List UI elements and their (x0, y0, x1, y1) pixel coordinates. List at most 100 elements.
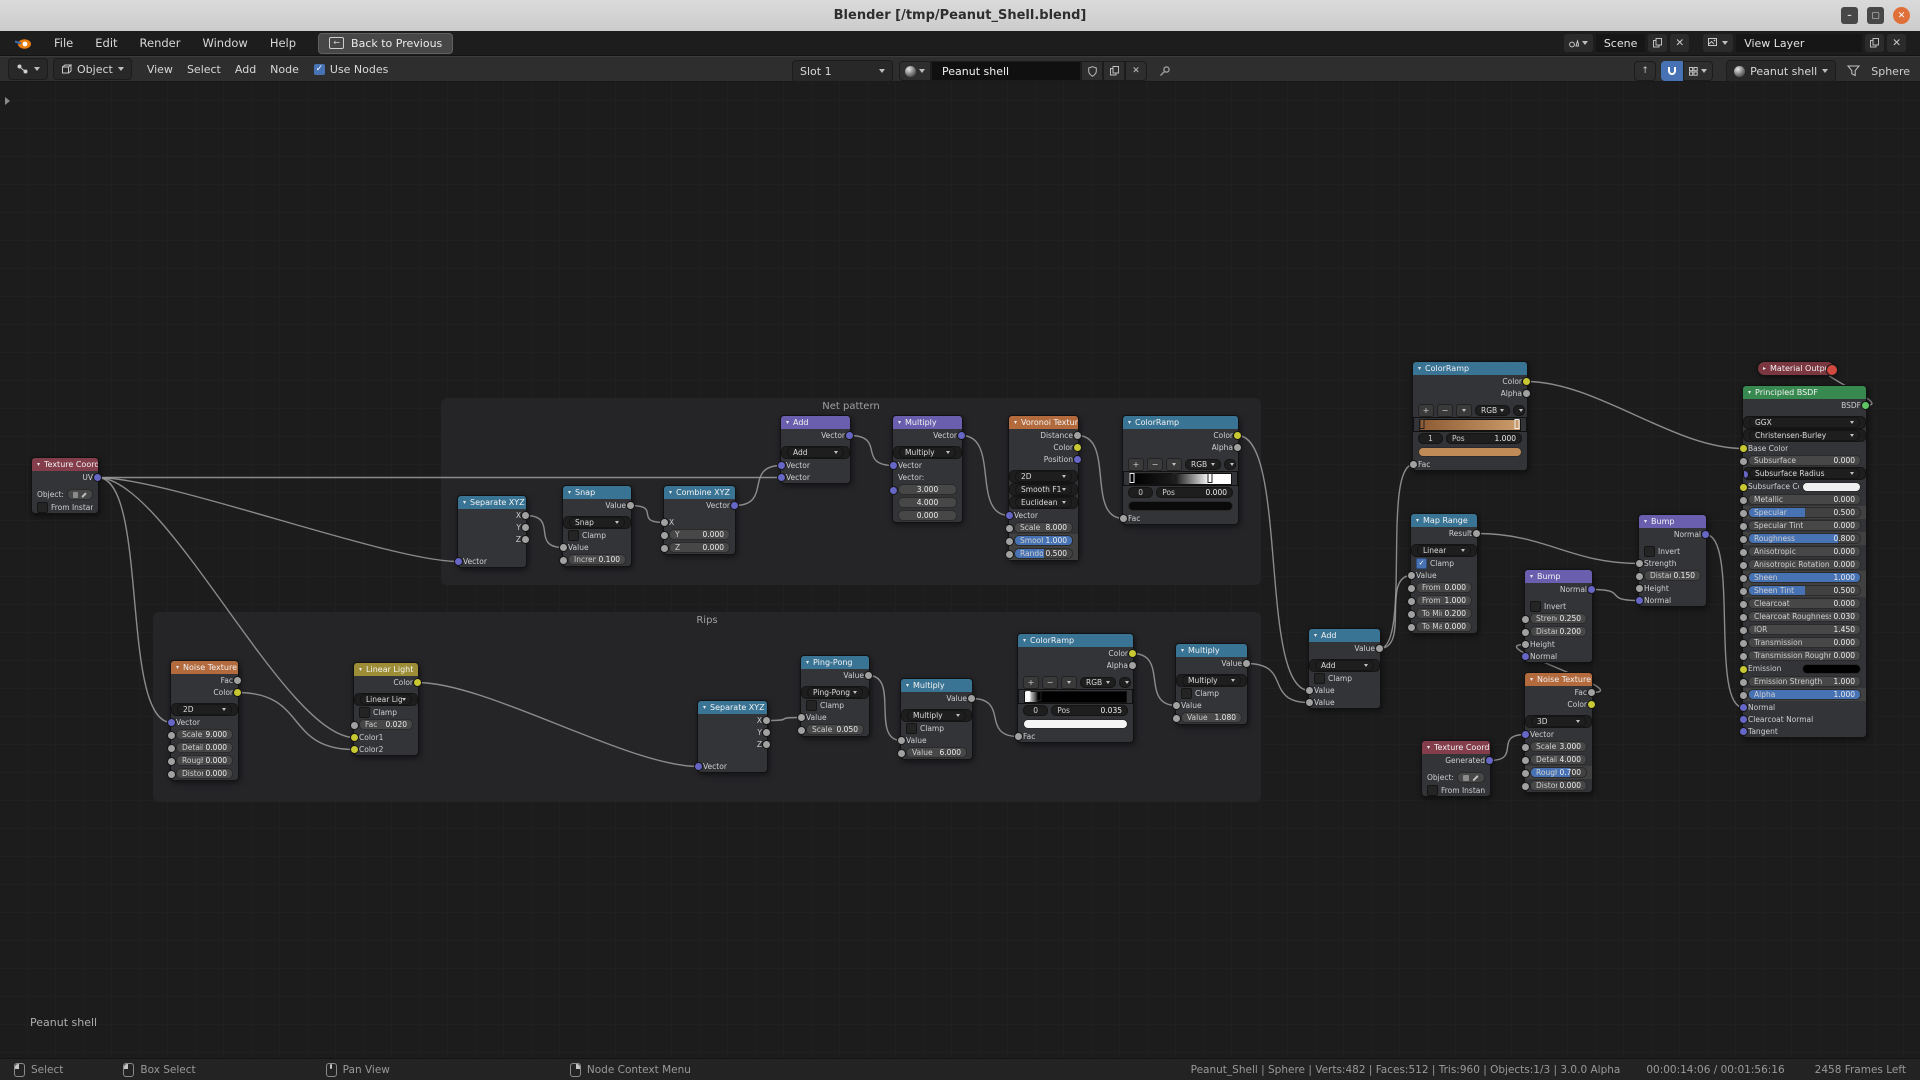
socket-x[interactable] (521, 511, 530, 520)
parent-node-tree-button[interactable]: ↑ (1634, 61, 1656, 81)
socket-normal_in[interactable] (1635, 596, 1644, 605)
smoothness-slider[interactable]: Smoothness1.000 (1014, 535, 1073, 546)
socket-normal[interactable] (1701, 530, 1710, 539)
socket[interactable] (1739, 522, 1748, 531)
snapping-toggle[interactable] (1661, 61, 1683, 81)
socket-vin[interactable] (797, 713, 806, 722)
node-maprange[interactable]: ▾Map RangeResultLinear✓ClampValueFrom Mi… (1410, 513, 1478, 634)
sheen-tint-slider[interactable]: Sheen Tint0.500 (1748, 585, 1861, 596)
socket-color[interactable] (413, 678, 422, 687)
socket[interactable] (1521, 743, 1530, 752)
alpha-slider[interactable]: Alpha1.000 (1748, 689, 1861, 700)
socket-dist[interactable] (1073, 431, 1082, 440)
node-header[interactable]: ▾Noise Texture (1525, 673, 1592, 686)
new-scene-button[interactable] (1648, 34, 1667, 52)
from-max-field[interactable]: From Max1.000 (1416, 595, 1472, 606)
use-nodes-toggle[interactable]: ✓ Use Nodes (314, 63, 389, 76)
socket-vin[interactable] (559, 543, 568, 552)
socket[interactable] (1522, 389, 1531, 398)
node-header[interactable]: ▾Ping-Pong (801, 656, 869, 669)
distortion-field[interactable]: Distortion0.000 (1530, 780, 1587, 791)
socket[interactable] (1739, 509, 1748, 518)
node-ramp_tr[interactable]: ▾ColorRampColorAlpha+−RGBLinear1Pos1.000… (1412, 361, 1528, 471)
socket[interactable] (559, 556, 568, 565)
anisotropic-field[interactable]: Anisotropic0.000 (1748, 546, 1861, 557)
socket[interactable] (167, 770, 176, 779)
socket-fac[interactable] (1119, 514, 1128, 523)
roughness-slider[interactable]: Roughness0.700 (1530, 767, 1587, 778)
socket-v1[interactable] (1305, 686, 1314, 695)
node-mul_rips[interactable]: ▾MultiplyValueMultiplyClampValueValue6.0… (900, 678, 973, 760)
editor-corner-arrow[interactable] (5, 97, 10, 105)
node-noise2[interactable]: ▾Noise TextureFacColor3DVectorScale3.000… (1524, 672, 1593, 793)
scale-field[interactable]: Scale0.050 (806, 724, 864, 735)
node-header[interactable]: ▾Add (1309, 629, 1380, 642)
browse-material-dropdown[interactable] (899, 61, 931, 81)
node-mulvec[interactable]: ▾MultiplyVectorMultiplyVectorVector:3.00… (892, 415, 963, 523)
clearcoat-roughness-field[interactable]: Clearcoat Roughness0.030 (1748, 611, 1861, 622)
node-bump1[interactable]: ▾BumpNormalInvertStrength0.250Distance0.… (1524, 569, 1593, 663)
material-name-field[interactable]: Peanut shell (931, 61, 1081, 81)
socket[interactable] (1005, 550, 1014, 559)
socket[interactable] (797, 726, 806, 735)
color-swatch[interactable] (1128, 501, 1233, 511)
socket-x[interactable] (762, 716, 771, 725)
socket-generated[interactable] (1485, 756, 1494, 765)
node-addvec[interactable]: ▾AddVectorAddVectorVector (780, 415, 851, 484)
node-header[interactable]: ▾Multiply (1176, 644, 1247, 657)
minimize-button[interactable]: – (1841, 7, 1858, 24)
socket[interactable] (1739, 483, 1748, 492)
socket-vout[interactable] (1375, 644, 1384, 653)
node-add_math[interactable]: ▾AddValueAddClampValueValue (1308, 628, 1381, 709)
clamp-checkbox[interactable] (359, 707, 370, 718)
socket-color[interactable] (1522, 377, 1531, 386)
multiply-dropdown[interactable]: Multiply (907, 710, 966, 721)
node-header[interactable]: ▾Texture Coordinate (1422, 741, 1490, 754)
node-ramp_net[interactable]: ▾ColorRampColorAlpha+−RGBB-Spline0Pos0.0… (1122, 415, 1239, 525)
add-dropdown[interactable]: Add (787, 447, 844, 458)
socket-vout[interactable] (864, 671, 873, 680)
socket-vin[interactable] (1172, 701, 1181, 710)
ramp-stop[interactable] (1130, 473, 1135, 483)
socket-v1[interactable] (777, 461, 786, 470)
socket-fac[interactable] (1014, 732, 1023, 741)
view-layer-icon-button[interactable] (1703, 34, 1733, 52)
detail-field[interactable]: Detail0.000 (176, 742, 233, 753)
socket-strength[interactable] (1635, 559, 1644, 568)
interpolation-dropdown[interactable]: B-Spline (1224, 459, 1236, 470)
menu-help[interactable]: Help (270, 36, 296, 50)
node-header[interactable]: ▾Bump (1639, 515, 1706, 528)
socket[interactable] (1407, 623, 1416, 632)
add-dropdown[interactable]: Add (1315, 660, 1374, 671)
value-field[interactable]: Value1.080 (1181, 712, 1242, 723)
snap-target-dropdown[interactable] (1683, 61, 1713, 81)
socket-fac[interactable] (350, 721, 359, 730)
distortion-field[interactable]: Distortion0.000 (176, 768, 233, 779)
stop-position-field[interactable]: Pos0.000 (1156, 487, 1233, 498)
socket-vector[interactable] (1005, 511, 1014, 520)
smooth-f1-dropdown[interactable]: Smooth F1 (1015, 484, 1072, 495)
socket[interactable] (1635, 572, 1644, 581)
node-header[interactable]: ▾Noise Texture (171, 661, 238, 674)
id-material-dropdown[interactable]: Peanut shell (1726, 60, 1836, 82)
transmission-roughness-field[interactable]: Transmission Roughness0.000 (1748, 650, 1861, 661)
strength-field[interactable]: Strength0.250 (1530, 613, 1587, 624)
socket[interactable] (1739, 665, 1748, 674)
z-field[interactable]: Z0.000 (669, 542, 730, 553)
socket[interactable] (521, 523, 530, 532)
node-ramp_rips[interactable]: ▾ColorRampColorAlpha+−RGBB-Spline0Pos0.0… (1017, 633, 1134, 743)
unlink-material-button[interactable]: ✕ (1125, 61, 1147, 81)
subsurface-field[interactable]: Subsurface0.000 (1748, 455, 1861, 466)
editor-menu-node[interactable]: Node (270, 63, 299, 76)
socket[interactable] (521, 535, 530, 544)
node-snap[interactable]: ▾SnapValueSnapClampValueIncrement0.100 (562, 485, 632, 567)
distance-field[interactable]: Distance0.150 (1644, 570, 1701, 581)
subsurface-radius-dropdown[interactable]: Subsurface Radius (1749, 468, 1860, 479)
socket[interactable] (1407, 597, 1416, 606)
node-header[interactable]: ▾Map Range (1411, 514, 1477, 527)
node-pingpong[interactable]: ▾Ping-PongValuePing-PongClampValueScale0… (800, 655, 870, 737)
sheen-slider[interactable]: Sheen1.000 (1748, 572, 1861, 583)
socket-basecolor[interactable] (1739, 444, 1748, 453)
socket-vout[interactable] (626, 501, 635, 510)
value-field[interactable]: 4.000 (898, 497, 957, 508)
